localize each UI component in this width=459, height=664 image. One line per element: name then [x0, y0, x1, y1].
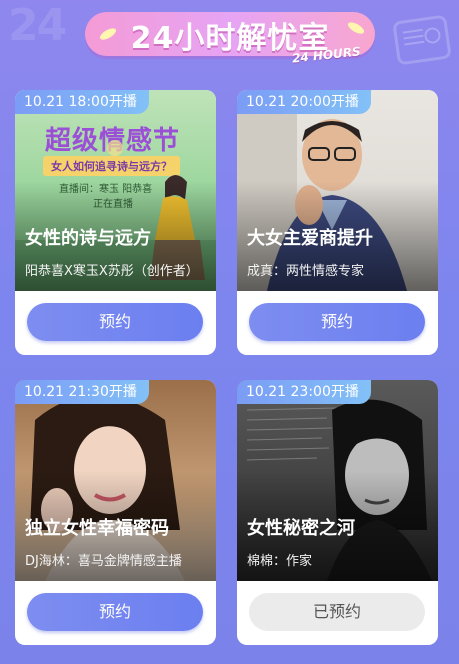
live-card[interactable]: 超级情感节 女人如何追寻诗与远方？ 直播间：寒玉 阳恭喜 正在直播 10.21 …	[15, 90, 216, 355]
card-title: 大女主爱商提升	[247, 228, 373, 249]
start-time-badge: 10.21 20:00开播	[237, 90, 371, 114]
start-time-badge: 10.21 23:00开播	[237, 380, 371, 404]
poster-line: 直播间：寒玉 阳恭喜	[59, 184, 153, 195]
radio-icon	[392, 14, 452, 66]
live-card[interactable]: 10.21 23:00开播 女性秘密之河 棉棉：作家 已预约	[237, 380, 438, 645]
live-card[interactable]: 10.21 21:30开播 独立女性幸福密码 DJ海林：喜马金牌情感主播 预约	[15, 380, 216, 645]
live-card[interactable]: 10.21 20:00开播 大女主爱商提升 成真：两性情感专家 预约	[237, 90, 438, 355]
reserved-button[interactable]: 已预约	[249, 593, 425, 631]
reserve-button[interactable]: 预约	[27, 303, 203, 341]
reserve-button[interactable]: 预约	[249, 303, 425, 341]
reserve-button[interactable]: 预约	[27, 593, 203, 631]
start-time-badge: 10.21 18:00开播	[15, 90, 149, 114]
card-title: 女性秘密之河	[247, 518, 355, 539]
page-title-banner: 24小时解忧室 24 HOURS	[85, 8, 375, 70]
start-time-badge: 10.21 21:30开播	[15, 380, 149, 404]
card-subtitle: 成真：两性情感专家	[247, 264, 365, 279]
card-subtitle: DJ海林：喜马金牌情感主播	[25, 554, 182, 569]
card-subtitle: 阳恭喜X寒玉X苏彤（创作者）	[25, 264, 199, 279]
card-title: 独立女性幸福密码	[25, 518, 169, 539]
card-subtitle: 棉棉：作家	[247, 554, 313, 569]
background-deco-24: 24	[8, 0, 67, 51]
card-title: 女性的诗与远方	[25, 228, 151, 249]
poster-line: 正在直播	[93, 199, 133, 210]
